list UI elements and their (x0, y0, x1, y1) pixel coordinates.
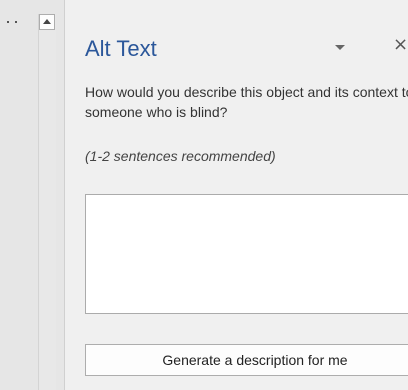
alt-text-pane: Alt Text × How would you describe this o… (65, 0, 408, 390)
document-edge (0, 0, 38, 390)
vertical-scrollbar[interactable] (38, 14, 56, 390)
alt-text-description-field[interactable] (85, 194, 408, 314)
scroll-up-arrow-icon[interactable] (39, 14, 55, 30)
generate-description-button[interactable]: Generate a description for me (85, 344, 408, 376)
close-icon[interactable]: × (393, 36, 408, 54)
chevron-down-icon[interactable] (335, 45, 345, 50)
alt-text-hint: (1-2 sentences recommended) (85, 148, 276, 164)
alt-text-question: How would you describe this object and i… (85, 84, 408, 120)
pane-title: Alt Text (85, 36, 157, 61)
ruler-marks (7, 21, 33, 27)
